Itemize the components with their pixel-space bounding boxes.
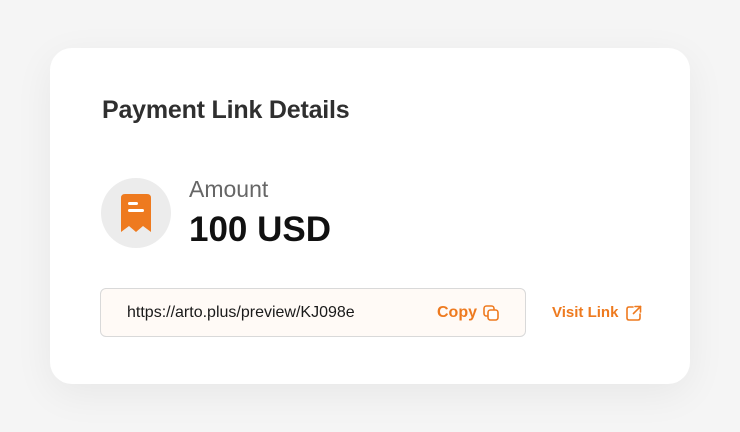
payment-link-url[interactable]: https://arto.plus/preview/KJ098e [127,304,437,322]
receipt-icon-circle [101,178,171,248]
copy-label: Copy [437,303,477,321]
card-title: Payment Link Details [102,96,350,124]
payment-link-card: Payment Link Details Amount 100 USD http… [50,48,690,384]
external-link-icon [626,305,642,321]
amount-value: 100 USD [189,210,332,249]
copy-icon [483,304,499,321]
amount-label: Amount [189,176,269,202]
visit-link-button[interactable]: Visit Link [552,304,642,321]
amount-section: Amount 100 USD [101,175,331,251]
amount-text: Amount 100 USD [189,175,331,251]
payment-link-field[interactable]: https://arto.plus/preview/KJ098e Copy [100,288,526,337]
visit-link-label: Visit Link [552,304,619,321]
receipt-icon [121,194,151,232]
copy-button[interactable]: Copy [437,304,499,322]
